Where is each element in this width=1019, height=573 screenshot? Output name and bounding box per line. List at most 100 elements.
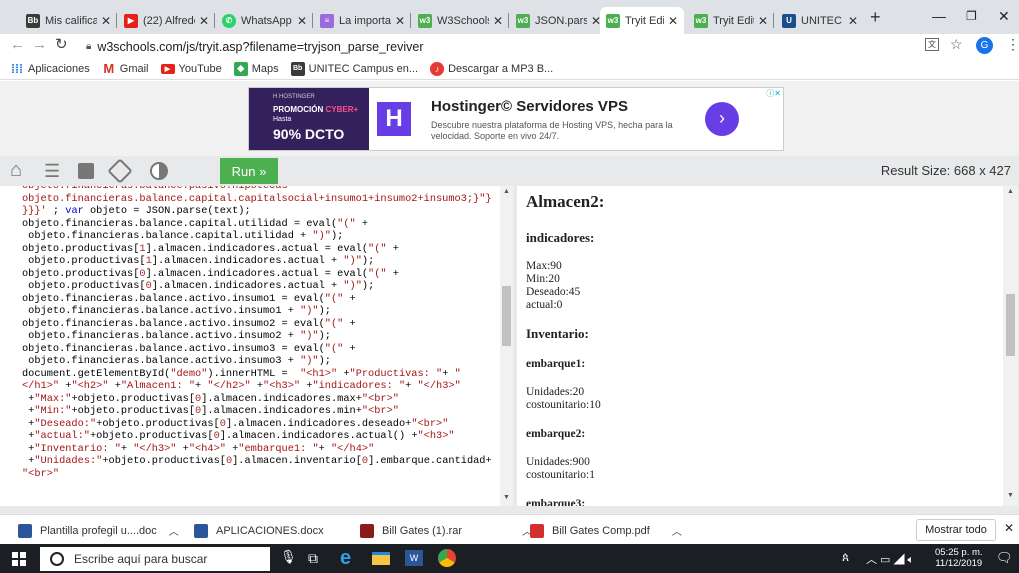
people-icon[interactable]: ጰ xyxy=(842,550,849,565)
word-icon[interactable]: W xyxy=(405,550,423,566)
bookmark-gmail[interactable]: M Gmail xyxy=(102,61,148,76)
show-all-button[interactable]: Mostrar todo xyxy=(916,519,996,541)
scroll-up-icon[interactable]: ▲ xyxy=(503,188,510,195)
cortana-icon xyxy=(50,552,64,566)
new-tab-button[interactable]: + xyxy=(870,7,881,28)
chevron-up-icon[interactable]: ︿ xyxy=(672,523,682,538)
result-subsubheading: embarque1: xyxy=(526,358,586,370)
editor-toolbar: ⌂ ☰ xyxy=(0,156,1019,186)
close-tab-icon[interactable]: ✕ xyxy=(395,14,405,28)
close-tab-icon[interactable]: ✕ xyxy=(668,14,678,28)
apps-icon: ⁞⁞⁞ xyxy=(11,61,23,76)
advertisement[interactable]: H HOSTINGER PROMOCIÓN CYBER+ Hasta 90% D… xyxy=(248,87,784,151)
restore-button[interactable]: ❐ xyxy=(966,9,977,23)
chrome-icon[interactable] xyxy=(438,549,456,567)
ad-promo-panel: H HOSTINGER PROMOCIÓN CYBER+ Hasta 90% D… xyxy=(249,88,369,150)
result-subsubheading: embarque3: xyxy=(526,498,586,506)
back-icon[interactable]: ← xyxy=(10,36,25,53)
tray-icons[interactable]: ︿ ▭ ◢ 🔈︎ xyxy=(866,551,914,567)
minimize-button[interactable]: — xyxy=(932,8,946,24)
tab[interactable]: ▶ (22) Alfredo ✕ xyxy=(118,7,215,34)
downloads-bar: Plantilla profegil u....doc ︿ APLICACIONE… xyxy=(0,514,1019,544)
tab[interactable]: UUNITEC Cor✕ xyxy=(776,7,864,34)
tab[interactable]: BbMis calificac✕ xyxy=(20,7,117,34)
unitec-icon: U xyxy=(782,13,796,28)
bookmark-unitec[interactable]: Bb UNITEC Campus en... xyxy=(290,61,418,76)
theme-toggle-icon[interactable] xyxy=(150,162,168,180)
reload-icon[interactable]: ↻ xyxy=(55,35,68,53)
tab[interactable]: w3 W3Schools ✕ xyxy=(412,7,509,34)
home-icon[interactable]: ⌂ xyxy=(10,159,22,182)
notifications-icon[interactable]: 🗨︎ xyxy=(996,550,1013,566)
task-view-icon[interactable]: ⧉ xyxy=(308,550,318,567)
close-tab-icon[interactable]: ✕ xyxy=(199,14,209,28)
youtube-icon: ▶ xyxy=(160,63,175,74)
maps-icon: ◆ xyxy=(233,61,248,76)
avatar[interactable]: G xyxy=(976,37,993,54)
download-item[interactable]: Bill Gates Comp.pdf ︿ xyxy=(530,523,682,538)
close-window-button[interactable]: ✕ xyxy=(998,8,1010,25)
file-explorer-icon[interactable] xyxy=(372,552,390,565)
ad-arrow-button[interactable]: › xyxy=(705,102,739,136)
rar-file-icon xyxy=(360,523,374,538)
tab[interactable]: w3Tryit Editor✕ xyxy=(688,7,774,34)
close-tab-icon[interactable]: ✕ xyxy=(848,14,858,28)
menu-icon[interactable]: ⋮ xyxy=(1006,36,1019,53)
tab-active[interactable]: w3Tryit Editor✕ xyxy=(600,7,684,34)
scroll-down-icon[interactable]: ▼ xyxy=(503,494,510,501)
w3schools-icon: w3 xyxy=(694,13,708,28)
download-item[interactable]: Bill Gates (1).rar ︿ xyxy=(360,523,532,538)
scroll-down-icon[interactable]: ▼ xyxy=(1007,492,1014,499)
download-item[interactable]: Plantilla profegil u....doc ︿ xyxy=(18,523,179,538)
address-bar-row: ← → ↻ 🔒︎ w3schools.com/js/tryit.asp?file… xyxy=(0,34,1019,58)
lock-icon: 🔒︎ xyxy=(86,41,92,52)
tab[interactable]: ≡La importan✕ xyxy=(314,7,411,34)
clock[interactable]: 05:25 p. m. 11/12/2019 xyxy=(935,547,983,569)
close-downloads-icon[interactable]: ✕ xyxy=(1004,521,1014,535)
scroll-thumb[interactable] xyxy=(502,286,511,346)
bookmark-apps[interactable]: ⁞⁞⁞ Aplicaciones xyxy=(10,62,90,76)
word-file-icon xyxy=(194,523,208,538)
url-field[interactable]: 🔒︎ w3schools.com/js/tryit.asp?filename=t… xyxy=(86,37,906,56)
code-text[interactable]: objeto.financieras.balance.pasivo.hipote… xyxy=(22,186,492,480)
result-panel: Almacen2: indicadores: Max:90 Min:20 Des… xyxy=(517,186,1003,506)
code-scrollbar[interactable]: ▲ ▼ xyxy=(500,186,513,506)
gmail-icon: M xyxy=(103,61,115,76)
scroll-thumb[interactable] xyxy=(1006,294,1015,356)
result-heading: Almacen2: xyxy=(526,192,605,211)
result-scrollbar[interactable]: ▲ ▼ xyxy=(1003,186,1018,506)
mic-icon[interactable]: 🎙︎ xyxy=(280,549,297,565)
close-tab-icon[interactable]: ✕ xyxy=(493,14,503,28)
close-tab-icon[interactable]: ✕ xyxy=(297,14,307,28)
close-tab-icon[interactable]: ✕ xyxy=(101,14,111,28)
windows-start-icon[interactable] xyxy=(12,552,26,566)
bookmark-maps[interactable]: ◆ Maps xyxy=(233,61,279,76)
scroll-up-icon[interactable]: ▲ xyxy=(1007,188,1014,195)
bookmark-youtube[interactable]: ▶ YouTube xyxy=(160,63,222,75)
tab-strip: BbMis calificac✕ ▶(22) Alfredo✕ ✆WhatsAp… xyxy=(0,0,1019,34)
chevron-up-icon[interactable]: ︿ xyxy=(169,523,179,538)
bookmark-mp3[interactable]: ♪ Descargar a MP3 B... xyxy=(430,61,553,76)
translate-icon[interactable]: 文 xyxy=(925,38,939,51)
whatsapp-icon: ✆ xyxy=(222,13,236,28)
bookmarks-bar: ⁞⁞⁞ Aplicaciones M Gmail ▶ YouTube ◆ Maps Bb… xyxy=(0,58,1019,80)
edge-icon[interactable]: e xyxy=(340,547,351,570)
rotate-orientation-icon[interactable] xyxy=(107,158,133,184)
tab[interactable]: w3JSON.parse✕ xyxy=(510,7,607,34)
save-icon[interactable] xyxy=(78,163,94,179)
tab[interactable]: ✆ WhatsApp ✕ xyxy=(216,7,313,34)
star-icon[interactable]: ☆ xyxy=(950,36,963,53)
menu-bars-icon[interactable]: ☰ xyxy=(44,161,60,182)
code-editor[interactable]: objeto.financieras.balance.pasivo.hipote… xyxy=(0,186,513,506)
adchoices-icon[interactable]: ⓘ✕ xyxy=(766,88,781,99)
taskbar-search[interactable]: Escribe aquí para buscar xyxy=(40,547,270,571)
pdf-file-icon xyxy=(530,523,544,538)
unitec-icon: Bb xyxy=(290,61,305,76)
close-tab-icon[interactable]: ✕ xyxy=(758,14,768,28)
run-button[interactable]: Run » xyxy=(220,158,278,184)
mp3-icon: ♪ xyxy=(430,61,445,76)
hostinger-logo-icon: H xyxy=(377,102,411,136)
result-subheading: indicadores: xyxy=(526,230,595,245)
forward-icon[interactable]: → xyxy=(32,36,47,53)
download-item[interactable]: APLICACIONES.docx︿ xyxy=(194,523,374,538)
